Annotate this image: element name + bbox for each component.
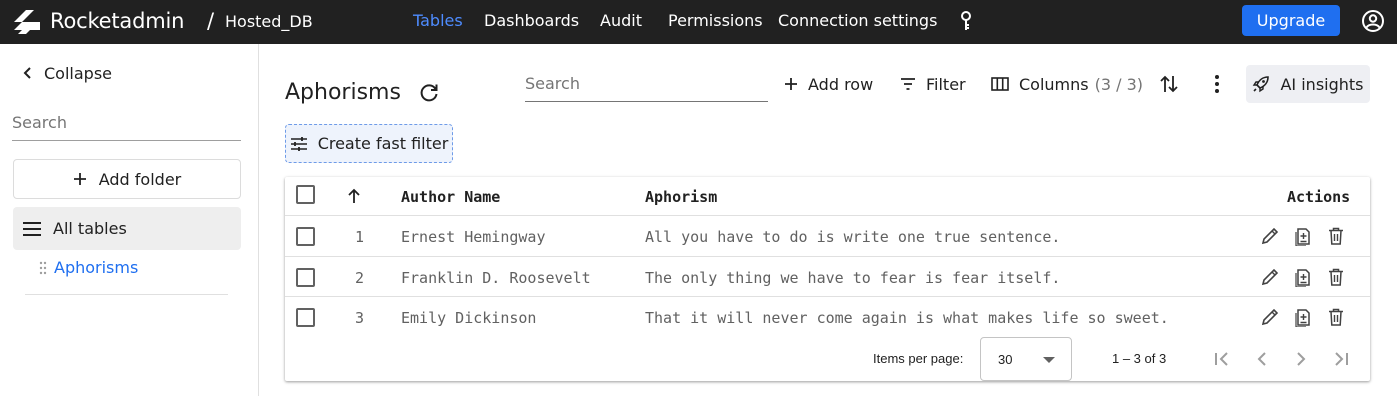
nav-tables[interactable]: Tables <box>413 11 463 30</box>
sidebar-item-all-tables[interactable]: All tables <box>13 207 241 250</box>
table-row[interactable]: 1 Ernest Hemingway All you have to do is… <box>285 216 1370 257</box>
key-icon[interactable] <box>957 10 975 32</box>
ai-insights-button[interactable]: AI insights <box>1246 65 1370 103</box>
add-folder-button[interactable]: Add folder <box>13 159 241 199</box>
nav-audit[interactable]: Audit <box>600 11 642 30</box>
items-per-page-label: Items per page: <box>873 351 964 366</box>
row-id: 1 <box>355 228 365 246</box>
plus-icon <box>785 78 797 90</box>
table-header-row: Author Name Aphorism Actions <box>285 177 1370 216</box>
items-per-page-value: 30 <box>998 352 1013 367</box>
fast-filter-label: Create fast filter <box>317 134 449 153</box>
add-row-label: Add row <box>808 74 874 94</box>
add-folder-label: Add folder <box>98 169 182 189</box>
edit-icon[interactable] <box>1260 226 1280 246</box>
nav-permissions[interactable]: Permissions <box>668 11 763 30</box>
select-all-checkbox[interactable] <box>296 185 315 204</box>
author-cell: Franklin D. Roosevelt <box>401 269 591 287</box>
filter-button[interactable]: Filter <box>900 72 966 96</box>
sort-icon[interactable] <box>1157 72 1181 96</box>
drag-handle-icon[interactable] <box>38 261 48 275</box>
ai-insights-label: AI insights <box>1280 74 1364 94</box>
column-header-actions: Actions <box>1287 188 1351 206</box>
author-cell: Ernest Hemingway <box>401 228 546 246</box>
more-vert-icon[interactable] <box>1205 72 1229 96</box>
columns-count: (3 / 3) <box>1094 74 1144 94</box>
collapse-label: Collapse <box>44 63 112 83</box>
refresh-icon[interactable] <box>418 82 440 104</box>
page-range-label: 1 – 3 of 3 <box>1112 351 1167 366</box>
add-row-button[interactable]: Add row <box>784 72 873 96</box>
row-id: 3 <box>355 309 365 327</box>
rocket-icon <box>1253 76 1270 93</box>
next-page-icon[interactable] <box>1289 347 1313 371</box>
first-page-icon[interactable] <box>1210 347 1234 371</box>
sidebar-search-input[interactable] <box>12 104 241 140</box>
author-cell: Emily Dickinson <box>401 309 537 327</box>
table-search <box>525 66 768 102</box>
columns-button[interactable]: Columns (3 / 3) <box>991 72 1143 96</box>
filter-label: Filter <box>926 74 966 94</box>
account-circle-icon[interactable] <box>1361 9 1385 33</box>
row-checkbox[interactable] <box>296 268 315 287</box>
nav-dashboards[interactable]: Dashboards <box>484 11 579 30</box>
edit-icon[interactable] <box>1260 307 1280 327</box>
column-header-author[interactable]: Author Name <box>401 188 500 206</box>
menu-icon <box>23 221 41 236</box>
create-fast-filter-button[interactable]: Create fast filter <box>285 124 453 163</box>
filter-icon <box>901 78 915 90</box>
plus-icon <box>73 173 86 185</box>
sidebar: Collapse Add folder All tables Aphorisms <box>0 44 259 396</box>
tune-icon <box>290 136 307 151</box>
delete-icon[interactable] <box>1326 307 1346 327</box>
delete-icon[interactable] <box>1326 226 1346 246</box>
prev-page-icon[interactable] <box>1250 347 1274 371</box>
rocket-logo-icon[interactable] <box>12 8 42 34</box>
top-navigation-bar: Rocketadmin / Hosted_DB Tables Dashboard… <box>0 0 1397 44</box>
columns-icon <box>991 77 1009 91</box>
table-row[interactable]: 2 Franklin D. Roosevelt The only thing w… <box>285 257 1370 297</box>
collapse-button[interactable]: Collapse <box>22 63 112 83</box>
last-page-icon[interactable] <box>1329 347 1353 371</box>
delete-icon[interactable] <box>1326 267 1346 287</box>
column-header-aphorism[interactable]: Aphorism <box>645 188 717 206</box>
aphorism-cell: The only thing we have to fear is fear i… <box>645 269 1061 287</box>
upgrade-button[interactable]: Upgrade <box>1242 5 1340 36</box>
data-table: Author Name Aphorism Actions 1 Ernest He… <box>285 177 1370 381</box>
row-id: 2 <box>355 269 365 287</box>
sidebar-divider <box>25 294 228 295</box>
table-row[interactable]: 3 Emily Dickinson That it will never com… <box>285 297 1370 337</box>
edit-icon[interactable] <box>1260 267 1280 287</box>
paginator: Items per page: 30 1 – 3 of 3 <box>285 337 1370 381</box>
items-per-page-select[interactable]: 30 <box>980 337 1072 381</box>
sidebar-table-label: Aphorisms <box>54 258 139 277</box>
sidebar-item-aphorisms[interactable]: Aphorisms <box>38 258 138 277</box>
aphorism-cell: That it will never come again is what ma… <box>645 309 1169 327</box>
chevron-left-icon <box>23 67 31 79</box>
sidebar-search <box>12 104 241 141</box>
duplicate-icon[interactable] <box>1293 267 1313 287</box>
page-title: Aphorisms <box>285 80 401 105</box>
table-search-input[interactable] <box>525 66 768 100</box>
duplicate-icon[interactable] <box>1293 226 1313 246</box>
dropdown-arrow-icon <box>1043 357 1055 363</box>
brand-name[interactable]: Rocketadmin <box>50 9 184 33</box>
breadcrumb-separator: / <box>207 9 215 33</box>
connection-name[interactable]: Hosted_DB <box>225 12 313 31</box>
row-checkbox[interactable] <box>296 227 315 246</box>
arrow-up-icon[interactable] <box>347 188 361 204</box>
all-tables-label: All tables <box>53 219 127 238</box>
duplicate-icon[interactable] <box>1293 307 1313 327</box>
columns-label: Columns <box>1019 74 1089 94</box>
aphorism-cell: All you have to do is write one true sen… <box>645 228 1061 246</box>
row-checkbox[interactable] <box>296 308 315 327</box>
nav-connection-settings[interactable]: Connection settings <box>778 11 937 30</box>
